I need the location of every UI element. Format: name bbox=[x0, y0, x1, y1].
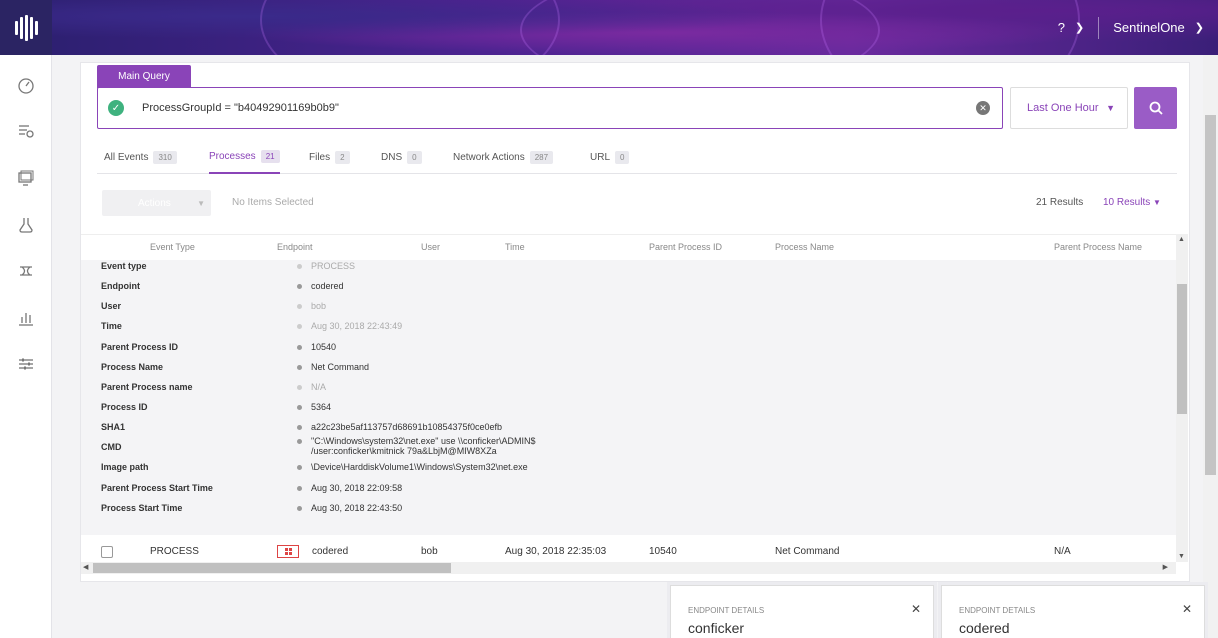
column-endpoint[interactable]: Endpoint bbox=[277, 242, 313, 252]
row-parent-process-name: N/A bbox=[1054, 546, 1071, 557]
search-icon bbox=[1149, 101, 1163, 115]
column-parent-process-id[interactable]: Parent Process ID bbox=[649, 242, 722, 252]
tab-dns[interactable]: DNS 0 bbox=[381, 140, 422, 174]
detail-row: Event type PROCESS bbox=[101, 261, 356, 271]
check-icon: ✓ bbox=[108, 100, 124, 116]
help-button[interactable]: ? bbox=[1058, 20, 1065, 35]
background-swirl bbox=[820, 0, 1080, 55]
row-time: Aug 30, 2018 22:35:03 bbox=[505, 546, 607, 557]
expanded-event-details: Event type PROCESS Endpoint codered User bo… bbox=[81, 260, 1176, 535]
scroll-left-icon[interactable]: ◀ bbox=[83, 563, 88, 571]
detail-row: Process Name Net Command bbox=[101, 362, 370, 372]
devices-icon[interactable] bbox=[16, 168, 36, 188]
tab-network-actions[interactable]: Network Actions 287 bbox=[453, 140, 554, 174]
page-scrollbar[interactable] bbox=[1203, 55, 1218, 638]
scroll-down-icon[interactable]: ▼ bbox=[1178, 553, 1185, 560]
reports-icon[interactable] bbox=[16, 308, 36, 328]
table-vertical-scrollbar[interactable]: ▲ ▼ bbox=[1176, 234, 1188, 562]
search-button[interactable] bbox=[1134, 87, 1177, 129]
chevron-down-icon: ▼ bbox=[1153, 198, 1161, 207]
tab-url[interactable]: URL 0 bbox=[590, 140, 630, 174]
logo-icon bbox=[14, 14, 38, 41]
sentinelone-logo[interactable] bbox=[0, 0, 52, 55]
query-input[interactable]: ✓ ProcessGroupId = "b40492901169b0b9" ✕ bbox=[97, 87, 1003, 129]
time-range-select[interactable]: Last One Hour ▼ bbox=[1010, 87, 1128, 129]
table-horizontal-scrollbar[interactable]: ◀ ▶ bbox=[81, 562, 1176, 574]
tab-files[interactable]: Files 2 bbox=[309, 140, 350, 174]
results-per-page-select[interactable]: 10 Results ▼ bbox=[1103, 197, 1161, 208]
row-event-type: PROCESS bbox=[150, 546, 199, 557]
background-swirl bbox=[260, 0, 560, 55]
detail-row: Process Start Time Aug 30, 2018 22:43:50 bbox=[101, 503, 403, 513]
endpoint-details-card: ENDPOINT DETAILS codered ✕ bbox=[941, 585, 1205, 638]
actions-button[interactable]: Actions ▼ bbox=[102, 190, 211, 216]
card-title: ENDPOINT DETAILS bbox=[959, 606, 1036, 615]
card-endpoint-name: conficker bbox=[688, 620, 745, 636]
column-process-name[interactable]: Process Name bbox=[775, 242, 834, 252]
time-range-label: Last One Hour bbox=[1027, 102, 1099, 114]
detail-row: Parent Process ID 10540 bbox=[101, 342, 337, 352]
detail-row: Parent Process Start Time Aug 30, 2018 22… bbox=[101, 483, 403, 493]
row-user: bob bbox=[421, 546, 438, 557]
table-row[interactable]: PROCESS codered bob Aug 30, 2018 22:35:0… bbox=[81, 541, 1176, 563]
endpoint-details-card: ENDPOINT DETAILS conficker ✕ bbox=[670, 585, 934, 638]
detail-row: Endpoint codered bbox=[101, 281, 344, 291]
row-checkbox[interactable] bbox=[101, 546, 113, 558]
detail-row: Process ID 5364 bbox=[101, 402, 332, 412]
top-bar: ? ❯ SentinelOne ❯ bbox=[0, 0, 1218, 55]
clear-icon[interactable]: ✕ bbox=[976, 101, 990, 115]
detail-row: User bob bbox=[101, 301, 327, 311]
events-table: Event Type Endpoint User Time Parent Pro… bbox=[81, 234, 1176, 574]
chevron-down-icon: ▼ bbox=[197, 198, 205, 208]
row-endpoint-link[interactable]: codered bbox=[312, 546, 348, 557]
row-process-name: Net Command bbox=[775, 546, 840, 557]
chevron-down-icon[interactable]: ❯ bbox=[1075, 21, 1084, 34]
scroll-thumb[interactable] bbox=[1177, 284, 1187, 414]
scroll-thumb[interactable] bbox=[93, 563, 451, 573]
event-tabs: All Events 310 Processes 21 Files 2 DNS 0 Ne… bbox=[97, 140, 1177, 174]
table-header: Event Type Endpoint User Time Parent Pro… bbox=[81, 234, 1176, 260]
scroll-right-icon[interactable]: ▶ bbox=[1163, 563, 1168, 571]
chevron-down-icon: ▼ bbox=[1106, 103, 1115, 113]
scroll-thumb[interactable] bbox=[1205, 115, 1216, 475]
selection-status: No Items Selected bbox=[232, 197, 314, 208]
card-title: ENDPOINT DETAILS bbox=[688, 606, 765, 615]
close-icon[interactable]: ✕ bbox=[1182, 602, 1192, 616]
chevron-down-icon[interactable]: ❯ bbox=[1195, 21, 1204, 34]
network-icon[interactable] bbox=[16, 261, 36, 281]
threats-icon[interactable] bbox=[16, 215, 36, 235]
close-icon[interactable]: ✕ bbox=[911, 602, 921, 616]
column-user[interactable]: User bbox=[421, 242, 440, 252]
results-count: 21 Results bbox=[1036, 197, 1084, 208]
query-text[interactable]: ProcessGroupId = "b40492901169b0b9" bbox=[142, 102, 339, 114]
row-parent-process-id: 10540 bbox=[649, 546, 677, 557]
sidebar bbox=[0, 55, 52, 638]
detail-row: CMD "C:\Windows\system32\net.exe" use \\c… bbox=[101, 436, 536, 456]
column-parent-process-name[interactable]: Parent Process Name bbox=[1054, 242, 1142, 252]
account-menu[interactable]: SentinelOne bbox=[1113, 20, 1185, 35]
column-time[interactable]: Time bbox=[505, 242, 525, 252]
detail-row: Parent Process name N/A bbox=[101, 382, 327, 392]
scroll-up-icon[interactable]: ▲ bbox=[1178, 236, 1185, 243]
windows-icon bbox=[277, 545, 299, 558]
column-event-type[interactable]: Event Type bbox=[150, 242, 195, 252]
detail-row: Time Aug 30, 2018 22:43:49 bbox=[101, 321, 403, 331]
settings-icon[interactable] bbox=[16, 354, 36, 374]
card-endpoint-name: codered bbox=[959, 620, 1010, 636]
divider bbox=[1098, 16, 1100, 39]
events-icon[interactable] bbox=[16, 121, 36, 141]
tab-processes[interactable]: Processes 21 bbox=[209, 140, 280, 174]
dashboard-icon[interactable] bbox=[16, 75, 36, 95]
tab-all-events[interactable]: All Events 310 bbox=[104, 140, 177, 174]
tab-main-query[interactable]: Main Query bbox=[97, 65, 191, 88]
detail-row: Image path \Device\HarddiskVolume1\Window… bbox=[101, 462, 528, 472]
